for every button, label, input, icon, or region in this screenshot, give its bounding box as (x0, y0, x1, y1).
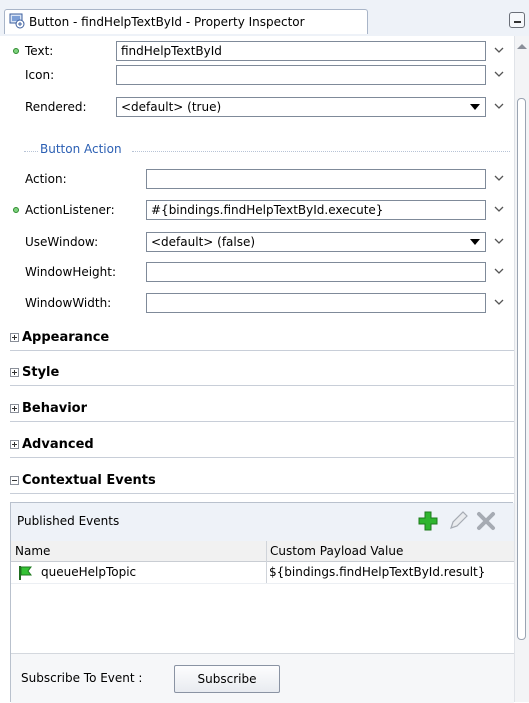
property-menu-chevron-icon[interactable] (494, 70, 504, 79)
delete-icon[interactable] (475, 510, 497, 532)
divider (10, 493, 514, 494)
published-events-panel: Published Events Name Custom Payload Val… (10, 502, 514, 703)
divider (10, 421, 514, 422)
divider (10, 385, 514, 386)
column-header-payload[interactable]: Custom Payload Value (266, 541, 514, 562)
property-menu-chevron-icon[interactable] (494, 205, 504, 214)
property-menu-chevron-icon[interactable] (494, 298, 504, 307)
event-name: queueHelpTopic (41, 565, 137, 579)
published-events-title: Published Events (17, 514, 120, 528)
subscribe-button[interactable]: Subscribe (174, 665, 280, 693)
property-menu-chevron-icon[interactable] (494, 237, 504, 246)
table-row[interactable]: queueHelpTopic ${bindings.findHelpTextBy… (11, 562, 514, 584)
section-advanced[interactable]: Advanced (0, 434, 514, 458)
section-title: Contextual Events (22, 473, 156, 488)
expand-icon[interactable] (10, 440, 19, 449)
tab-bar: Button - findHelpTextById - Property Ins… (0, 0, 529, 36)
property-menu-chevron-icon[interactable] (494, 46, 504, 55)
icon-label: Icon: (25, 68, 55, 82)
published-events-header: Published Events (11, 503, 514, 541)
event-payload: ${bindings.findHelpTextById.result} (269, 565, 486, 579)
property-row-window-height: WindowHeight: (0, 260, 514, 284)
collapse-icon[interactable] (10, 476, 19, 485)
rendered-select-value: <default> (true) (121, 100, 222, 114)
property-row-use-window: UseWindow: <default> (false) (0, 230, 514, 254)
action-listener-label: ActionListener: (25, 203, 115, 217)
button-action-heading: Button Action (40, 142, 122, 156)
section-title: Advanced (22, 437, 94, 452)
divider (10, 350, 514, 351)
section-title: Appearance (22, 330, 110, 345)
rendered-label: Rendered: (25, 100, 87, 114)
action-input[interactable] (146, 169, 486, 189)
vertical-scrollbar[interactable] (514, 36, 529, 702)
section-title: Style (22, 365, 60, 380)
property-row-window-width: WindowWidth: (0, 291, 514, 315)
column-header-name[interactable]: Name (11, 541, 266, 562)
use-window-select-value: <default> (false) (151, 235, 256, 249)
divider (10, 457, 514, 458)
property-row-rendered: Rendered: <default> (true) (0, 95, 514, 119)
window-width-input[interactable] (146, 293, 486, 313)
subscribe-footer: Subscribe To Event : Subscribe (11, 653, 514, 703)
flag-icon (17, 565, 33, 581)
dropdown-arrow-icon[interactable] (470, 239, 480, 245)
action-label: Action: (25, 172, 67, 186)
section-contextual-events[interactable]: Contextual Events (0, 470, 514, 494)
rendered-select[interactable]: <default> (true) (116, 97, 486, 117)
scroll-thumb[interactable] (517, 98, 526, 640)
property-row-icon: Icon: (0, 63, 514, 87)
edit-icon[interactable] (447, 510, 469, 532)
text-input[interactable]: findHelpTextById (116, 41, 486, 61)
property-row-text: Text: findHelpTextById (0, 39, 514, 63)
subscribe-to-event-label: Subscribe To Event : (21, 671, 143, 685)
use-window-select[interactable]: <default> (false) (146, 232, 486, 252)
text-label: Text: (25, 44, 54, 58)
section-title: Behavior (22, 401, 88, 416)
window-height-input[interactable] (146, 262, 486, 282)
property-menu-chevron-icon[interactable] (494, 174, 504, 183)
divider (24, 151, 38, 152)
property-inspector-tab[interactable]: Button - findHelpTextById - Property Ins… (4, 9, 368, 34)
section-style[interactable]: Style (0, 362, 514, 386)
expand-icon[interactable] (10, 333, 19, 342)
icon-input[interactable] (116, 65, 486, 85)
expand-icon[interactable] (10, 368, 19, 377)
property-menu-chevron-icon[interactable] (494, 102, 504, 111)
section-behavior[interactable]: Behavior (0, 398, 514, 422)
minimize-button[interactable] (509, 12, 525, 28)
tab-title: Button - findHelpTextById - Property Ins… (29, 15, 305, 29)
window-width-label: WindowWidth: (25, 296, 112, 310)
section-appearance[interactable]: Appearance (0, 327, 514, 351)
property-menu-chevron-icon[interactable] (494, 267, 504, 276)
scroll-up-arrow-icon[interactable] (517, 44, 527, 49)
window-height-label: WindowHeight: (25, 265, 117, 279)
property-row-action: Action: (0, 167, 514, 191)
use-window-label: UseWindow: (25, 235, 99, 249)
modified-indicator-icon (13, 48, 19, 54)
action-listener-input[interactable]: #{bindings.findHelpTextById.execute} (146, 200, 486, 220)
expand-icon[interactable] (10, 404, 19, 413)
divider (132, 151, 510, 152)
dropdown-arrow-icon[interactable] (470, 104, 480, 110)
modified-indicator-icon (13, 207, 19, 213)
button-component-icon (9, 13, 25, 29)
add-icon[interactable] (417, 510, 439, 532)
button-action-group-header: Button Action (0, 140, 514, 160)
property-row-action-listener: ActionListener: #{bindings.findHelpTextB… (0, 198, 514, 222)
